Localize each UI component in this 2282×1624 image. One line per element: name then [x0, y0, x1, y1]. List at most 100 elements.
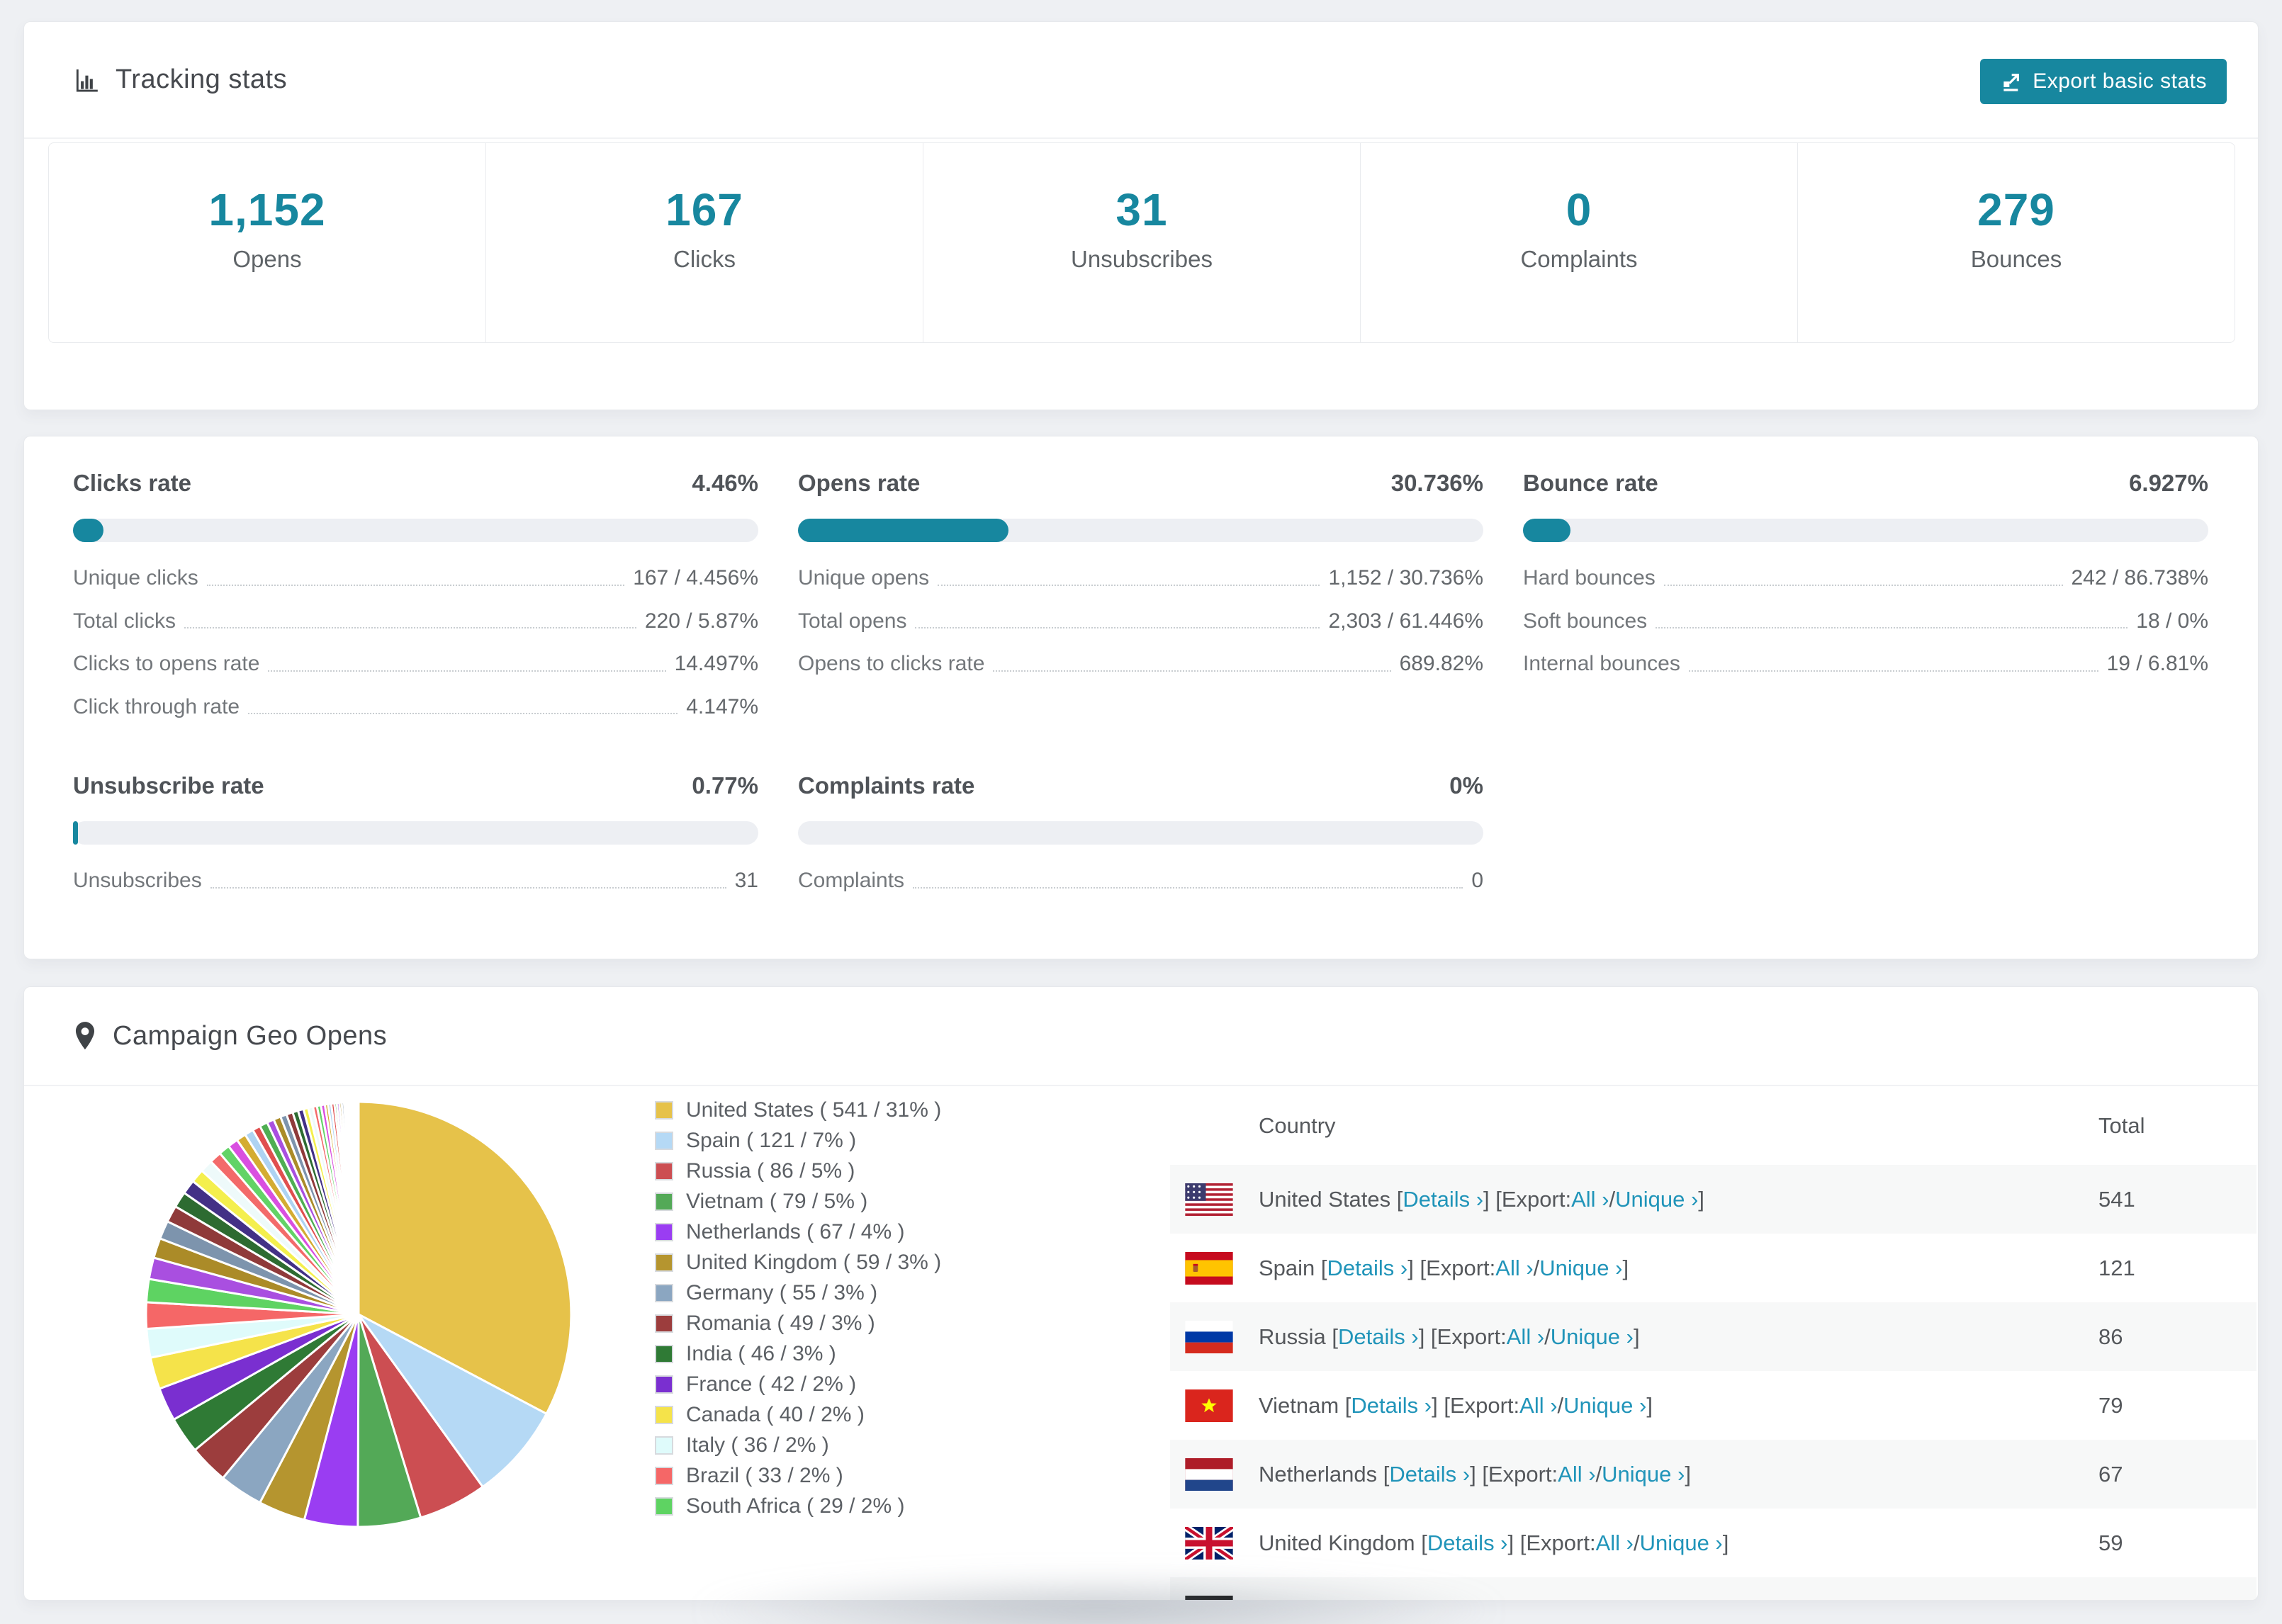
details-link[interactable]: Details ›: [1361, 1599, 1442, 1601]
country-flag-icon: [1185, 1183, 1233, 1216]
campaign-geo-header: Campaign Geo Opens: [24, 987, 2258, 1086]
legend-color-swatch: [655, 1131, 673, 1150]
export-all-link[interactable]: All ›: [1596, 1530, 1634, 1556]
dotted-leader: [210, 886, 726, 889]
legend-color-swatch: [655, 1496, 673, 1516]
rate-detail-label: Soft bounces: [1523, 609, 1648, 633]
legend-item[interactable]: Italy ( 36 / 2% ): [655, 1430, 941, 1460]
legend-item[interactable]: Netherlands ( 67 / 4% ): [655, 1217, 941, 1247]
country-name: Netherlands: [1259, 1461, 1378, 1487]
export-unique-link[interactable]: Unique ›: [1563, 1393, 1646, 1419]
legend-item[interactable]: Vietnam ( 79 / 5% ): [655, 1186, 941, 1217]
legend-color-swatch: [655, 1283, 673, 1302]
export-all-link[interactable]: All ›: [1571, 1187, 1609, 1212]
export-all-link[interactable]: All ›: [1519, 1393, 1557, 1419]
stat-tile: 167 Clicks: [485, 143, 923, 342]
stat-tile: 1,152 Opens: [49, 143, 485, 342]
rate-value: 4.46%: [692, 470, 758, 496]
geo-table-row: Netherlands [Details ›] [Export: All › /…: [1170, 1440, 2256, 1509]
rate-title: Bounce rate: [1523, 470, 1658, 496]
rate-detail-value: 18 / 0%: [2136, 609, 2208, 633]
export-unique-link[interactable]: Unique ›: [1539, 1256, 1622, 1281]
rate-section: Complaints rate 0% Complaints 0: [798, 772, 1483, 893]
rate-detail-row: Total clicks 220 / 5.87%: [73, 609, 758, 634]
stat-value: 167: [665, 184, 743, 235]
country-flag-icon: [1185, 1595, 1233, 1600]
export-unique-link[interactable]: Unique ›: [1551, 1324, 1634, 1350]
legend-color-swatch: [655, 1314, 673, 1333]
legend-item[interactable]: Romania ( 49 / 3% ): [655, 1308, 941, 1338]
country-name: Vietnam: [1259, 1392, 1339, 1418]
rate-progress-track: [798, 821, 1483, 845]
legend-item[interactable]: India ( 46 / 3% ): [655, 1338, 941, 1369]
rate-detail-value: 2,303 / 61.446%: [1328, 609, 1483, 633]
export-unique-link[interactable]: Unique ›: [1573, 1599, 1656, 1601]
details-link[interactable]: Details ›: [1351, 1393, 1432, 1419]
geo-table-row: Spain [Details ›] [Export: All › / Uniqu…: [1170, 1234, 2256, 1302]
legend-color-swatch: [655, 1344, 673, 1363]
rate-progress-track: [73, 821, 758, 845]
rate-progress-fill: [1523, 519, 1570, 542]
details-link[interactable]: Details ›: [1403, 1187, 1483, 1212]
legend-color-swatch: [655, 1405, 673, 1424]
legend-color-swatch: [655, 1222, 673, 1241]
details-link[interactable]: Details ›: [1338, 1324, 1419, 1350]
country-flag-icon: [1185, 1389, 1233, 1422]
legend-item[interactable]: South Africa ( 29 / 2% ): [655, 1491, 941, 1521]
rate-progress-track: [73, 519, 758, 542]
rate-detail-row: Hard bounces 242 / 86.738%: [1523, 566, 2208, 591]
legend-item[interactable]: Spain ( 121 / 7% ): [655, 1125, 941, 1156]
legend-color-swatch: [655, 1466, 673, 1485]
legend-item[interactable]: Russia ( 86 / 5% ): [655, 1156, 941, 1186]
rate-section: Bounce rate 6.927% Hard bounces 242 / 86…: [1523, 469, 2208, 719]
legend-label: Vietnam ( 79 / 5% ): [686, 1189, 868, 1213]
stat-value: 0: [1566, 184, 1592, 235]
rate-progress-fill: [73, 519, 104, 542]
rate-progress-fill: [798, 519, 1009, 542]
export-unique-link[interactable]: Unique ›: [1640, 1530, 1723, 1556]
legend-label: India ( 46 / 3% ): [686, 1341, 836, 1365]
legend-label: France ( 42 / 2% ): [686, 1372, 857, 1396]
legend-item[interactable]: United States ( 541 / 31% ): [655, 1095, 941, 1125]
export-basic-stats-button[interactable]: Export basic stats: [1980, 59, 2227, 104]
geo-pie-chart[interactable]: [132, 1088, 585, 1541]
rate-progress-track: [1523, 519, 2208, 542]
legend-label: Germany ( 55 / 3% ): [686, 1280, 878, 1304]
export-all-link[interactable]: All ›: [1507, 1324, 1544, 1350]
rate-detail-value: 242 / 86.738%: [2071, 566, 2209, 590]
details-link[interactable]: Details ›: [1389, 1462, 1470, 1487]
rate-detail-value: 14.497%: [674, 652, 758, 675]
country-flag-icon: [1185, 1251, 1233, 1285]
legend-item[interactable]: Brazil ( 33 / 2% ): [655, 1460, 941, 1491]
dotted-leader: [993, 670, 1391, 672]
legend-item[interactable]: France ( 42 / 2% ): [655, 1369, 941, 1399]
rate-detail-label: Opens to clicks rate: [798, 652, 985, 675]
details-link[interactable]: Details ›: [1327, 1256, 1408, 1281]
dotted-leader: [915, 627, 1320, 628]
rates-card: Clicks rate 4.46% Unique clicks 167 / 4.…: [23, 436, 2259, 959]
rate-section: Opens rate 30.736% Unique opens 1,152 / …: [798, 469, 1483, 719]
export-all-link[interactable]: All ›: [1495, 1256, 1533, 1281]
rate-progress-fill: [73, 821, 79, 845]
rate-detail-label: Unique opens: [798, 566, 930, 590]
export-all-link[interactable]: All ›: [1529, 1599, 1567, 1601]
details-link[interactable]: Details ›: [1427, 1530, 1508, 1556]
rate-detail-label: Total clicks: [73, 609, 176, 633]
geo-table-header-row: Country Total: [1170, 1086, 2256, 1165]
dotted-leader: [1688, 670, 2098, 672]
stat-label: Opens: [232, 245, 302, 272]
legend-color-swatch: [655, 1436, 673, 1455]
legend-item[interactable]: Canada ( 40 / 2% ): [655, 1399, 941, 1430]
country-total: 79: [2098, 1392, 2123, 1418]
rate-detail-row: Unsubscribes 31: [73, 869, 758, 893]
legend-color-swatch: [655, 1375, 673, 1394]
country-name: United Kingdom: [1259, 1530, 1415, 1555]
legend-label: Russia ( 86 / 5% ): [686, 1158, 855, 1183]
legend-item[interactable]: Germany ( 55 / 3% ): [655, 1278, 941, 1308]
legend-label: Italy ( 36 / 2% ): [686, 1433, 829, 1457]
legend-item[interactable]: United Kingdom ( 59 / 3% ): [655, 1247, 941, 1278]
stat-label: Unsubscribes: [1071, 245, 1213, 272]
export-all-link[interactable]: All ›: [1558, 1462, 1595, 1487]
export-unique-link[interactable]: Unique ›: [1615, 1187, 1698, 1212]
export-unique-link[interactable]: Unique ›: [1602, 1462, 1685, 1487]
